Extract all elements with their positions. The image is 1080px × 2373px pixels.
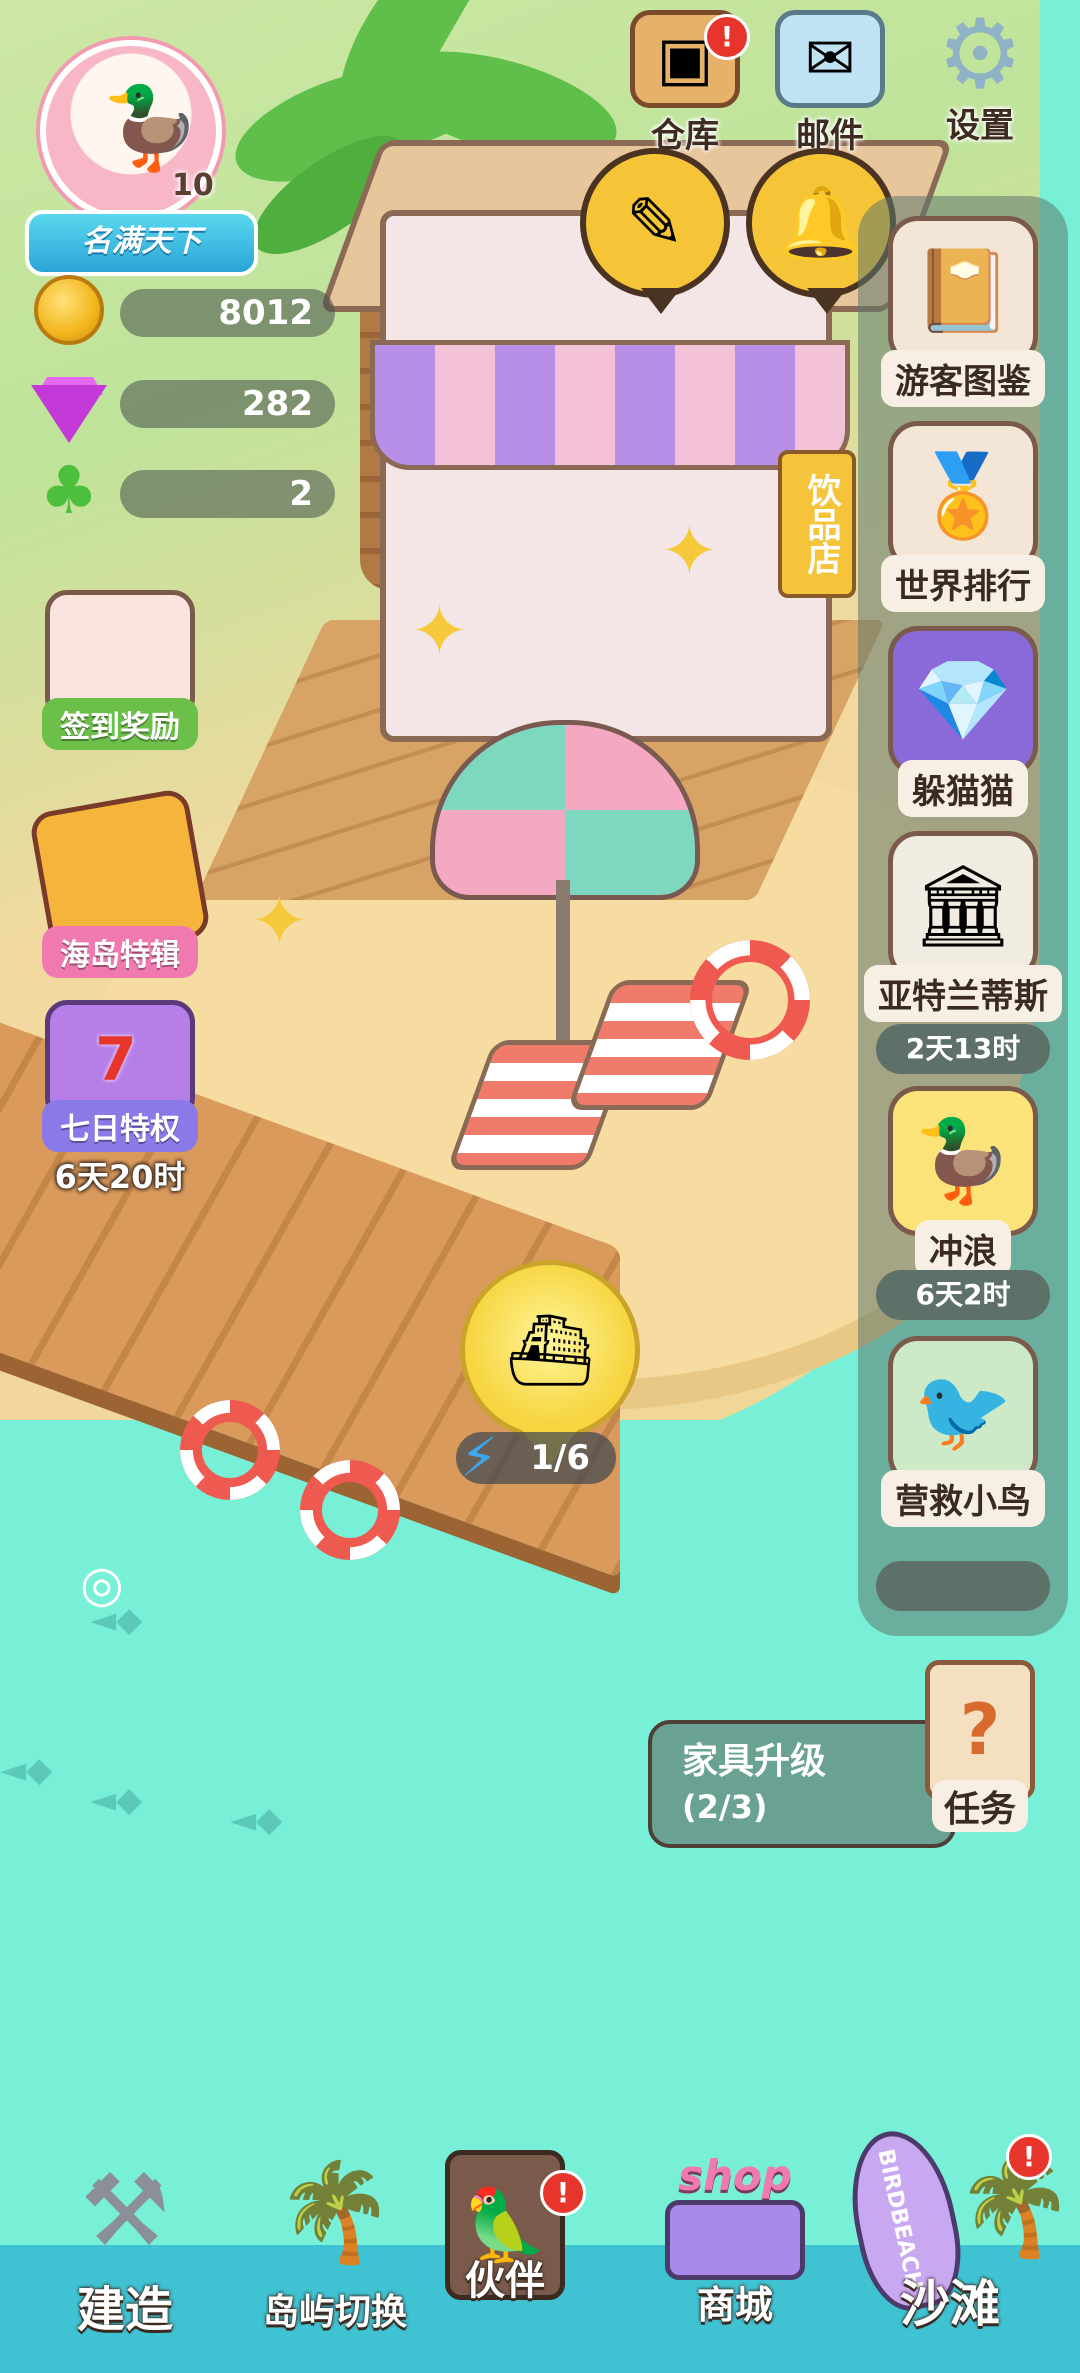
fish-icon: ◄◆ bbox=[230, 1800, 283, 1840]
coin-bar: 8012 bbox=[120, 289, 335, 337]
shop-awning bbox=[370, 340, 850, 470]
atlantis-button[interactable]: 🏛 亚特兰蒂斯 bbox=[858, 831, 1068, 1022]
settings-label: 设置 bbox=[946, 106, 1014, 146]
warehouse-alert-badge: ! bbox=[704, 14, 750, 60]
boat-icon: ⛴ bbox=[505, 1308, 595, 1391]
life-ring-icon bbox=[690, 940, 810, 1060]
right-activity-panel: 📔 游客图鉴 🏅 世界排行 💎 躲猫猫 🏛 亚特兰蒂斯 2天13时 🦆 冲浪 6… bbox=[858, 196, 1068, 1636]
nav-partner-label: 伙伴 bbox=[465, 2258, 545, 2304]
gem-counter[interactable]: 282 bbox=[30, 376, 340, 443]
guest-guide-button[interactable]: 📔 游客图鉴 bbox=[858, 216, 1068, 407]
pillar-icon: 🏛 bbox=[888, 831, 1038, 981]
gear-icon: ⚙ bbox=[936, 0, 1024, 110]
warehouse-button[interactable]: ▣ 仓库 ! bbox=[620, 10, 750, 157]
surf-label: 冲浪 bbox=[915, 1220, 1011, 1277]
bell-icon: 🔔 bbox=[777, 181, 865, 264]
player-profile[interactable]: 🦆 10级 名满天下 bbox=[10, 20, 258, 276]
lightning-icon: ⚡ bbox=[460, 1426, 498, 1489]
clover-bar: 2 bbox=[120, 470, 335, 518]
life-ring-icon bbox=[300, 1460, 400, 1560]
hide-and-seek-label: 躲猫猫 bbox=[898, 760, 1028, 817]
decorate-bubble-button[interactable]: ✎ bbox=[580, 148, 730, 314]
world-rank-label: 世界排行 bbox=[881, 555, 1045, 612]
seven-day-label: 七日特权 bbox=[42, 1100, 198, 1152]
seven-day-timer: 6天20时 bbox=[54, 1158, 186, 1196]
sparkle-icon: ✦ bbox=[250, 880, 309, 962]
shop-sign: 饮品店 bbox=[778, 450, 856, 598]
seven-day-privilege-button[interactable]: 7 七日特权 6天20时 bbox=[20, 1000, 220, 1198]
checkin-label: 签到奖励 bbox=[42, 698, 198, 750]
quest-progress: (2/3) bbox=[682, 1788, 768, 1826]
seven-day-number: 7 bbox=[95, 1025, 137, 1095]
nav-partner[interactable]: 🦜 伙伴 ! bbox=[430, 2150, 586, 2306]
surf-timer: 6天2时 bbox=[876, 1270, 1050, 1320]
mail-icon: ✉ bbox=[775, 10, 885, 108]
task-label: 任务 bbox=[931, 1780, 1028, 1832]
island-icon: 🌴 bbox=[275, 2156, 395, 2268]
nav-build-label: 建造 bbox=[76, 2282, 173, 2338]
fish-icon: ◄◆ bbox=[0, 1750, 53, 1790]
coin-icon bbox=[30, 271, 108, 349]
task-button[interactable]: ? 任务 bbox=[910, 1660, 1050, 1850]
medal-icon: 🏅 bbox=[888, 421, 1038, 571]
nav-shop[interactable]: shop 商城 bbox=[645, 2150, 825, 2329]
life-ring-icon bbox=[180, 1400, 280, 1500]
clover-icon: ♣ bbox=[39, 452, 99, 529]
rescue-bird-button[interactable]: 🐦 营救小鸟 bbox=[858, 1336, 1068, 1527]
player-title-banner: 名满天下 bbox=[25, 210, 258, 276]
sparkle-icon: ✦ bbox=[660, 510, 719, 592]
hide-and-seek-button[interactable]: 💎 躲猫猫 bbox=[858, 626, 1068, 817]
atlantis-timer: 2天13时 bbox=[876, 1024, 1050, 1074]
guest-guide-label: 游客图鉴 bbox=[881, 350, 1045, 407]
nav-beach-label: 沙滩 bbox=[900, 2275, 1000, 2333]
settings-button[interactable]: ⚙ 设置 bbox=[915, 0, 1045, 147]
atlantis-label: 亚特兰蒂斯 bbox=[864, 965, 1062, 1022]
gem-bar: 282 bbox=[120, 380, 335, 428]
shop-icon: shop bbox=[650, 2150, 820, 2280]
checkin-reward-button[interactable]: 签到奖励 bbox=[20, 590, 220, 750]
surf-button[interactable]: 🦆 冲浪 bbox=[858, 1086, 1068, 1277]
island-special-label: 海岛特辑 bbox=[42, 926, 198, 978]
coin-counter[interactable]: 8012 bbox=[30, 275, 340, 345]
gem-value: 282 bbox=[242, 384, 313, 424]
clover-value: 2 bbox=[289, 474, 313, 514]
sparkle-icon: ✦ bbox=[410, 590, 469, 672]
clipboard-question-icon: ? bbox=[925, 1660, 1035, 1800]
mail-button[interactable]: ✉ 邮件 bbox=[765, 10, 895, 157]
partner-alert-badge: ! bbox=[540, 2170, 586, 2216]
ferry-count-value: 1/6 bbox=[530, 1438, 590, 1478]
island-special-button[interactable]: 海岛特辑 bbox=[20, 787, 220, 978]
quest-title: 家具升级 bbox=[682, 1741, 827, 1782]
rescue-bird-timer bbox=[876, 1561, 1050, 1611]
beach-alert-badge: ! bbox=[1006, 2134, 1052, 2180]
duck-float-icon: 🦆 bbox=[888, 1086, 1038, 1236]
nav-island-switch[interactable]: 🌴 岛屿切换 bbox=[235, 2150, 435, 2335]
world-rank-button[interactable]: 🏅 世界排行 bbox=[858, 421, 1068, 612]
bird-icon: 🐦 bbox=[888, 1336, 1038, 1486]
clover-counter[interactable]: 2 ♣ bbox=[30, 458, 340, 524]
bubble-icon: ◎ bbox=[80, 1555, 124, 1613]
guest-book-icon: 📔 bbox=[888, 216, 1038, 366]
shop-sign-text: shop bbox=[678, 2150, 792, 2200]
treasure-chest-icon: 💎 bbox=[888, 626, 1038, 776]
duck-avatar-icon: 🦆 bbox=[101, 81, 201, 174]
nav-island-switch-label: 岛屿切换 bbox=[262, 2292, 407, 2333]
nav-build[interactable]: ⚒ 建造 bbox=[20, 2150, 230, 2340]
ferry-pin-button[interactable]: ⛴ bbox=[460, 1260, 640, 1440]
paintbrush-icon: ✎ bbox=[625, 182, 685, 264]
gem-icon bbox=[30, 362, 108, 443]
nav-shop-label: 商城 bbox=[696, 2283, 773, 2327]
nav-beach[interactable]: BIRDBEACH 🌴 沙滩 ! bbox=[830, 2121, 1075, 2336]
hammer-wrench-icon: ⚒ bbox=[80, 2151, 170, 2269]
fish-icon: ◄◆ bbox=[90, 1780, 143, 1820]
coin-value: 8012 bbox=[218, 293, 313, 333]
rescue-bird-label: 营救小鸟 bbox=[881, 1470, 1045, 1527]
